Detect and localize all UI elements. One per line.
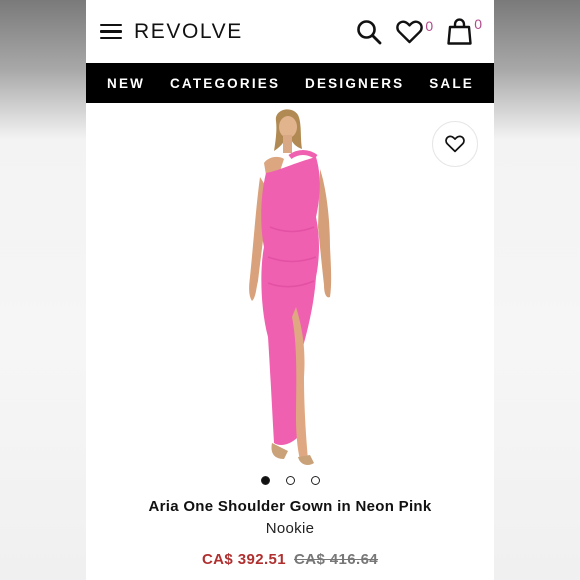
background-right: [494, 0, 580, 580]
nav-item-designers[interactable]: DESIGNERS: [305, 76, 404, 91]
mobile-page: REVOLVE 0 0 NEW CATEGORIES DESIGNERS SAL…: [86, 0, 494, 580]
original-price: CA$ 416.64: [294, 551, 379, 568]
nav-item-new[interactable]: NEW: [107, 76, 145, 91]
product-image-gallery[interactable]: [86, 103, 494, 485]
favorite-button[interactable]: [432, 121, 478, 167]
main-navigation: NEW CATEGORIES DESIGNERS SALE: [86, 63, 494, 103]
wishlist-count: 0: [425, 17, 434, 34]
bag-count: 0: [474, 16, 482, 32]
shopping-bag-icon: [447, 18, 472, 45]
shopping-bag-button[interactable]: 0: [447, 16, 482, 45]
product-title: Aria One Shoulder Gown in Neon Pink: [148, 498, 432, 515]
nav-item-sale[interactable]: SALE: [429, 76, 474, 91]
gallery-dot-2[interactable]: [285, 476, 295, 485]
heart-icon: [396, 20, 424, 43]
background-left: [0, 0, 86, 580]
search-button[interactable]: [356, 19, 382, 45]
site-logo[interactable]: REVOLVE: [134, 20, 243, 44]
gallery-dot-3[interactable]: [310, 476, 320, 485]
gallery-dot-1[interactable]: [260, 476, 270, 485]
header-actions: 0 0: [356, 16, 482, 45]
wishlist-button[interactable]: 0: [396, 17, 434, 44]
product-brand[interactable]: Nookie: [86, 520, 494, 537]
search-icon: [357, 19, 382, 44]
hamburger-icon[interactable]: [100, 23, 122, 40]
nav-item-categories[interactable]: CATEGORIES: [170, 76, 280, 91]
top-header: REVOLVE 0 0: [86, 0, 494, 63]
sale-price: CA$ 392.51: [201, 551, 286, 568]
gallery-pagination: [86, 476, 494, 485]
heart-outline-icon: [445, 135, 465, 153]
product-price: CA$ 392.51 CA$ 416.64: [86, 551, 494, 568]
product-image: [249, 109, 332, 465]
